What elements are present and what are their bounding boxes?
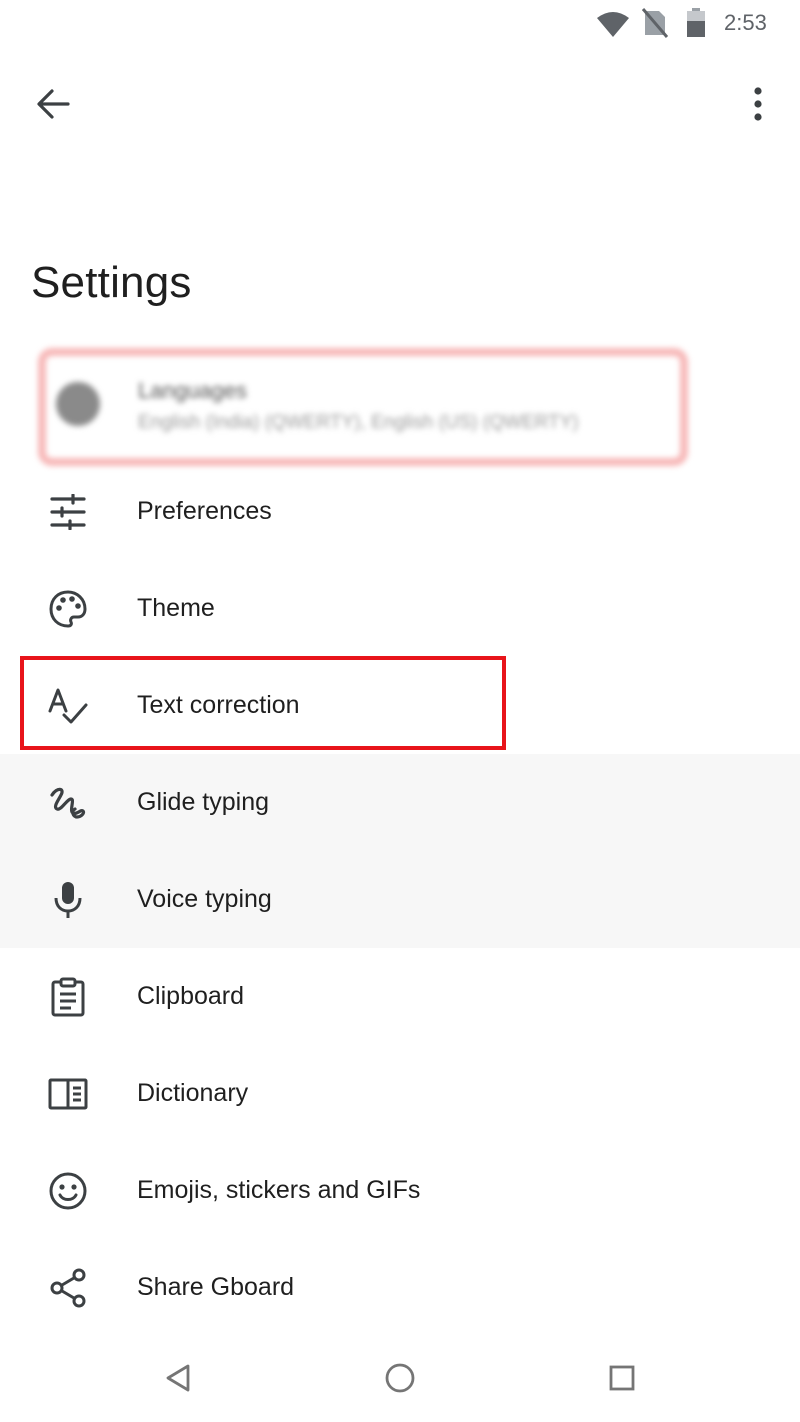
- no-sim-icon: [641, 8, 669, 43]
- settings-item-label: Share Gboard: [137, 1273, 295, 1301]
- nav-back-button[interactable]: [154, 1356, 202, 1404]
- palette-icon: [46, 587, 90, 631]
- settings-item-label: Preferences: [137, 497, 272, 525]
- back-button[interactable]: [24, 82, 82, 130]
- languages-subtitle: English (India) (QWERTY), English (US) (…: [138, 412, 579, 433]
- nav-home-icon: [384, 1362, 416, 1399]
- settings-item-label: Dictionary: [137, 1079, 249, 1107]
- highlight-annotation: [20, 656, 506, 750]
- top-app-bar: [0, 60, 800, 152]
- languages-item[interactable]: Languages English (India) (QWERTY), Engl…: [38, 348, 688, 466]
- emoji-icon: [46, 1169, 90, 1213]
- wifi-icon: [596, 10, 630, 43]
- settings-list: Preferences Theme Text correction Glide …: [0, 463, 800, 1336]
- settings-item-share-gboard[interactable]: Share Gboard: [0, 1239, 800, 1336]
- settings-item-voice-typing[interactable]: Voice typing: [0, 851, 800, 948]
- languages-label: Languages: [138, 378, 247, 403]
- gesture-icon: [46, 781, 90, 825]
- settings-item-label: Theme: [137, 594, 215, 622]
- settings-item-emojis[interactable]: Emojis, stickers and GIFs: [0, 1142, 800, 1239]
- settings-item-dictionary[interactable]: Dictionary: [0, 1045, 800, 1142]
- settings-item-preferences[interactable]: Preferences: [0, 463, 800, 560]
- nav-recents-button[interactable]: [598, 1356, 646, 1404]
- nav-home-button[interactable]: [376, 1356, 424, 1404]
- navigation-bar: [0, 1336, 800, 1422]
- settings-item-glide-typing[interactable]: Glide typing: [0, 754, 800, 851]
- tune-icon: [46, 490, 90, 534]
- more-options-button[interactable]: [736, 82, 780, 130]
- nav-recents-icon: [608, 1364, 636, 1397]
- settings-item-label: Glide typing: [137, 788, 270, 816]
- share-icon: [46, 1266, 90, 1310]
- settings-item-clipboard[interactable]: Clipboard: [0, 948, 800, 1045]
- dictionary-icon: [46, 1072, 90, 1116]
- settings-item-theme[interactable]: Theme: [0, 560, 800, 657]
- battery-icon: [686, 8, 706, 43]
- page-title: Settings: [31, 258, 192, 307]
- arrow-back-icon: [36, 88, 70, 124]
- language-icon: [56, 382, 100, 426]
- clipboard-icon: [46, 975, 90, 1019]
- settings-item-label: Clipboard: [137, 982, 245, 1010]
- status-bar: 2:53: [0, 0, 800, 48]
- settings-item-label: Voice typing: [137, 885, 272, 913]
- mic-icon: [46, 878, 90, 922]
- settings-item-label: Emojis, stickers and GIFs: [137, 1176, 421, 1204]
- nav-back-icon: [164, 1363, 192, 1398]
- status-time: 2:53: [724, 10, 767, 35]
- more-vert-icon: [753, 86, 763, 126]
